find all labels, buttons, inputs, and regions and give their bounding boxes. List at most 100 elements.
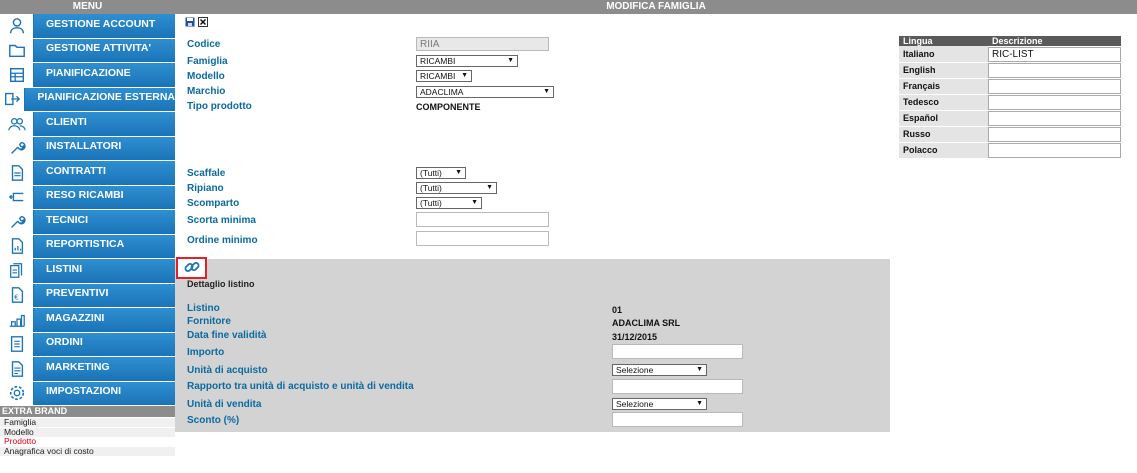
detail-panel <box>175 259 890 432</box>
sidebar-item-contratti[interactable]: CONTRATTI <box>0 161 175 185</box>
chevron-down-icon: ▼ <box>507 57 514 64</box>
description-field[interactable] <box>988 142 1121 158</box>
page-title: MODIFICA FAMIGLIA <box>606 1 706 12</box>
warehouse-icon <box>0 308 34 332</box>
data-fine-label: Data fine validità <box>187 330 267 341</box>
description-field[interactable] <box>988 62 1121 78</box>
folder-icon <box>0 38 34 62</box>
scorta-minima-label: Scorta minima <box>187 215 256 226</box>
sidebar-item-label: MARKETING <box>46 360 110 373</box>
sidebar-item-label: CONTRATTI <box>46 164 106 177</box>
scomparto-label: Scomparto <box>187 198 240 209</box>
scaffale-select-value: (Tutti) <box>420 168 442 178</box>
close-icon[interactable] <box>198 17 208 27</box>
sidebar-item-clienti[interactable]: CLIENTI <box>0 112 175 136</box>
sidebar-item-impostazioni[interactable]: IMPOSTAZIONI <box>0 381 175 405</box>
planning-icon <box>0 63 34 87</box>
scaffale-select[interactable]: (Tutti) ▼ <box>416 167 466 179</box>
sidebar-item-label: PIANIFICAZIONE ESTERNA <box>37 91 175 104</box>
sidebar-item-label: PIANIFICAZIONE <box>46 66 131 79</box>
chevron-down-icon: ▼ <box>461 72 468 79</box>
sidebar-item-preventivi[interactable]: € PREVENTIVI <box>0 283 175 307</box>
tipo-prodotto-label: Tipo prodotto <box>187 101 252 112</box>
table-row: Italiano RIC-LIST <box>899 46 1121 63</box>
description-field[interactable]: RIC-LIST <box>988 46 1121 62</box>
marchio-select[interactable]: ADACLIMA ▼ <box>416 86 554 98</box>
sconto-label: Sconto (%) <box>187 415 240 426</box>
languages-header-row: Lingua Descrizione <box>899 36 1121 46</box>
description-field[interactable] <box>988 94 1121 110</box>
data-fine-value: 31/12/2015 <box>612 332 658 342</box>
table-row: Tedesco <box>899 94 1121 111</box>
sidebar-item-label: MAGAZZINI <box>46 311 105 324</box>
sidebar-item-installatori[interactable]: INSTALLATORI <box>0 136 175 160</box>
unita-acquisto-select-value: Selezione <box>616 365 654 375</box>
link-button[interactable] <box>176 257 207 279</box>
scorta-minima-field[interactable] <box>416 212 549 227</box>
description-field[interactable] <box>988 110 1121 126</box>
sidebar-item-pianificazione-esterna[interactable]: PIANIFICAZIONE ESTERNA <box>0 87 175 111</box>
sidebar-item-label: TECNICI <box>46 213 88 226</box>
language-name: Tedesco <box>899 94 988 111</box>
languages-table: Lingua Descrizione Italiano RIC-LIST Engl… <box>899 36 1121 159</box>
rapporto-field[interactable] <box>612 379 743 394</box>
tipo-prodotto-value: COMPONENTE <box>416 102 481 112</box>
sidebar-item-reso-ricambi[interactable]: RESO RICAMBI <box>0 185 175 209</box>
language-name: Español <box>899 110 988 127</box>
sidebar-item-label: REPORTISTICA <box>46 238 125 251</box>
report-icon <box>0 234 34 258</box>
modello-select[interactable]: RICAMBI ▼ <box>416 70 472 82</box>
chevron-down-icon: ▼ <box>486 184 493 191</box>
sidebar-item-marketing[interactable]: MARKETING <box>0 357 175 381</box>
sidebar-item-gestione-account[interactable]: GESTIONE ACCOUNT <box>0 14 175 38</box>
table-row: Russo <box>899 126 1121 143</box>
sidebar-item-ordini[interactable]: ORDINI <box>0 332 175 356</box>
table-row: Español <box>899 110 1121 127</box>
extra-brand-header: EXTRA BRAND <box>0 406 175 417</box>
table-row: Polacco <box>899 142 1121 159</box>
svg-text:€: € <box>14 293 19 302</box>
save-icon[interactable] <box>185 17 195 27</box>
scomparto-select-value: (Tutti) <box>420 198 442 208</box>
table-row: English <box>899 62 1121 79</box>
sidebar-item-magazzini[interactable]: MAGAZZINI <box>0 308 175 332</box>
sidebar: GESTIONE ACCOUNT GESTIONE ATTIVITA' PIAN… <box>0 14 175 406</box>
listino-label: Listino <box>187 303 220 314</box>
famiglia-select[interactable]: RICAMBI ▼ <box>416 55 518 67</box>
orders-icon <box>0 332 34 356</box>
quote-icon: € <box>0 283 34 307</box>
ripiano-select[interactable]: (Tutti) ▼ <box>416 182 497 194</box>
unita-vendita-select[interactable]: Selezione ▼ <box>612 398 707 410</box>
sidebar-item-pianificazione[interactable]: PIANIFICAZIONE <box>0 63 175 87</box>
external-planning-icon <box>0 87 26 111</box>
ordine-minimo-label: Ordine minimo <box>187 235 258 246</box>
detail-title: Dettaglio listino <box>187 279 255 289</box>
sidebar-item-listini[interactable]: LISTINI <box>0 259 175 283</box>
top-bar: MENU MODIFICA FAMIGLIA <box>0 0 1137 14</box>
ripiano-select-value: (Tutti) <box>420 183 442 193</box>
listino-value: 01 <box>612 305 623 315</box>
language-name: Russo <box>899 126 988 143</box>
ordine-minimo-field[interactable] <box>416 231 549 246</box>
codice-label: Codice <box>187 39 221 50</box>
sidebar-item-gestione-attivita[interactable]: GESTIONE ATTIVITA' <box>0 38 175 62</box>
sidebar-item-label: ORDINI <box>46 336 83 349</box>
extra-brand-item-anagrafica[interactable]: Anagrafica voci di costo <box>0 446 175 456</box>
language-name: Italiano <box>899 46 988 63</box>
importo-label: Importo <box>187 347 225 358</box>
description-field[interactable] <box>988 78 1121 94</box>
sidebar-item-tecnici[interactable]: TECNICI <box>0 210 175 234</box>
description-field[interactable] <box>988 126 1121 142</box>
language-name: Français <box>899 78 988 95</box>
sidebar-item-label: GESTIONE ATTIVITA' <box>46 42 151 55</box>
sidebar-item-reportistica[interactable]: REPORTISTICA <box>0 234 175 258</box>
scomparto-select[interactable]: (Tutti) ▼ <box>416 197 482 209</box>
extra-brand-item-prodotto[interactable]: Prodotto <box>0 437 175 446</box>
sconto-field[interactable] <box>612 412 743 427</box>
importo-field[interactable] <box>612 344 743 359</box>
price-list-icon <box>0 259 34 283</box>
extra-brand-item-famiglia[interactable]: Famiglia <box>0 418 175 427</box>
unita-acquisto-select[interactable]: Selezione ▼ <box>612 364 707 376</box>
codice-field[interactable] <box>416 37 549 51</box>
clients-icon <box>0 112 34 136</box>
